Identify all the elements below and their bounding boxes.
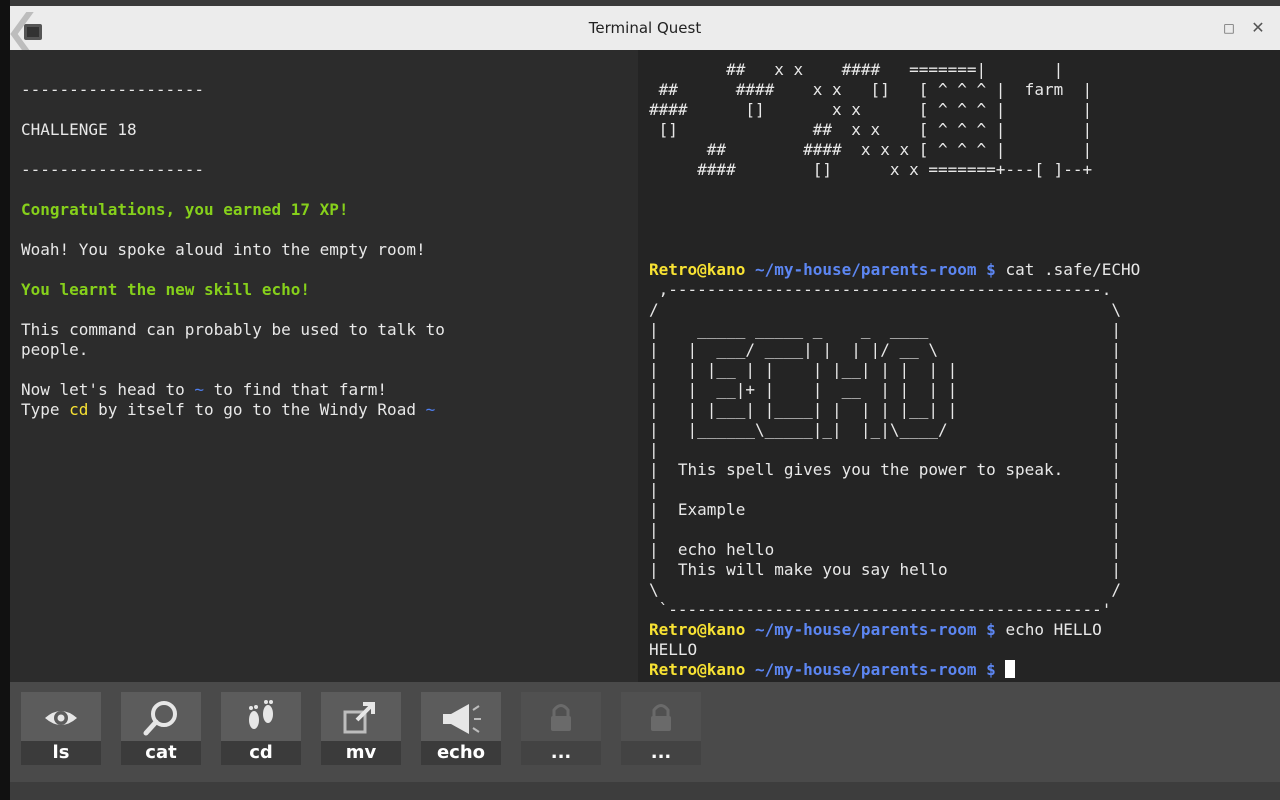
cat-label: cat [121, 741, 201, 765]
bottom-strip [10, 782, 1280, 800]
xp-message: Congratulations, you earned 17 XP! [21, 200, 349, 219]
divider-line: ------------------- [21, 160, 205, 179]
story-text: Now let's head to ~ to find that farm! [21, 380, 388, 399]
scroll-line: | | [649, 520, 1122, 539]
locked-skill-button[interactable]: ... [521, 692, 601, 765]
story-text: Woah! You spoke aloud into the empty roo… [21, 240, 426, 259]
title-bar: Terminal Quest □ ✕ [10, 6, 1280, 61]
left-edge-strip [0, 0, 10, 800]
scroll-line: | |______\_____|_| |_|\____/ | [649, 420, 1122, 439]
scroll-line: | | |__ | | | |__| | | | | | [649, 360, 1122, 379]
story-pane: ------------------- CHALLENGE 18 -------… [10, 50, 638, 682]
echo-button[interactable]: echo [421, 692, 501, 765]
maximize-button[interactable]: □ [1219, 18, 1239, 38]
scroll-line: ,---------------------------------------… [649, 280, 1112, 299]
cat-button[interactable]: cat [121, 692, 201, 765]
terminal-pane[interactable]: ## x x #### =======| | ## #### x x [] [ … [638, 50, 1280, 682]
eye-icon [21, 698, 101, 738]
scroll-line: | _____ _____ _ _ ____ | [649, 320, 1122, 339]
locked-label: ... [521, 741, 601, 765]
cd-label: cd [221, 741, 301, 765]
map-line: ## x x #### =======| | [649, 60, 1064, 79]
mv-button[interactable]: mv [321, 692, 401, 765]
locked-label: ... [621, 741, 701, 765]
active-prompt[interactable]: Retro@kano ~/my-house/parents-room $ [649, 660, 1016, 680]
scroll-line: | This spell gives you the power to spea… [649, 460, 1122, 479]
cd-button[interactable]: cd [221, 692, 301, 765]
footprints-icon [221, 698, 301, 738]
scroll-line: | | [649, 440, 1122, 459]
scroll-line: | Example | [649, 500, 1122, 519]
scroll-line: | | __|+ | | __ | | | | | [649, 380, 1122, 399]
command-output: HELLO [649, 640, 698, 659]
map-line: [] ## x x [ ^ ^ ^ | | [649, 120, 1093, 139]
text-cursor [1005, 660, 1016, 678]
scroll-line: / \ [649, 300, 1122, 319]
mv-label: mv [321, 741, 401, 765]
scroll-line: | | |___| |____| | | | |__| | | [649, 400, 1122, 419]
story-text: people. [21, 340, 89, 359]
scroll-line: | | ___/ ____| | | |/ __ \ | [649, 340, 1122, 359]
map-line: ## #### x x [] [ ^ ^ ^ | farm | [649, 80, 1093, 99]
story-text: Type cd by itself to go to the Windy Roa… [21, 400, 436, 419]
scroll-line: | | [649, 480, 1122, 499]
ls-label: ls [21, 741, 101, 765]
ls-button[interactable]: ls [21, 692, 101, 765]
move-arrow-icon [321, 698, 401, 738]
divider-line: ------------------- [21, 80, 205, 99]
padlock-icon [621, 698, 701, 738]
command-line: Retro@kano ~/my-house/parents-room $ cat… [649, 260, 1141, 279]
scroll-line: \ / [649, 580, 1122, 599]
scroll-line: | echo hello | [649, 540, 1122, 559]
command-line: Retro@kano ~/my-house/parents-room $ ech… [649, 620, 1102, 639]
magnifier-icon [121, 698, 201, 738]
spell-toolbar: ls cat cd mv echo ... ... [10, 682, 1280, 782]
scroll-line: | This will make you say hello | [649, 560, 1122, 579]
skill-message: You learnt the new skill echo! [21, 280, 310, 299]
locked-skill-button[interactable]: ... [621, 692, 701, 765]
padlock-icon [521, 698, 601, 738]
close-button[interactable]: ✕ [1248, 18, 1268, 38]
map-line: ## #### x x x [ ^ ^ ^ | | [649, 140, 1093, 159]
window-title: Terminal Quest [588, 19, 702, 37]
echo-label: echo [421, 741, 501, 765]
map-line: #### [] x x =======+---[ ]--+ [649, 160, 1093, 179]
megaphone-icon [421, 698, 501, 738]
scroll-line: `---------------------------------------… [649, 600, 1112, 619]
challenge-heading: CHALLENGE 18 [21, 120, 137, 139]
story-text: This command can probably be used to tal… [21, 320, 445, 339]
map-line: #### [] x x [ ^ ^ ^ | | [649, 100, 1093, 119]
